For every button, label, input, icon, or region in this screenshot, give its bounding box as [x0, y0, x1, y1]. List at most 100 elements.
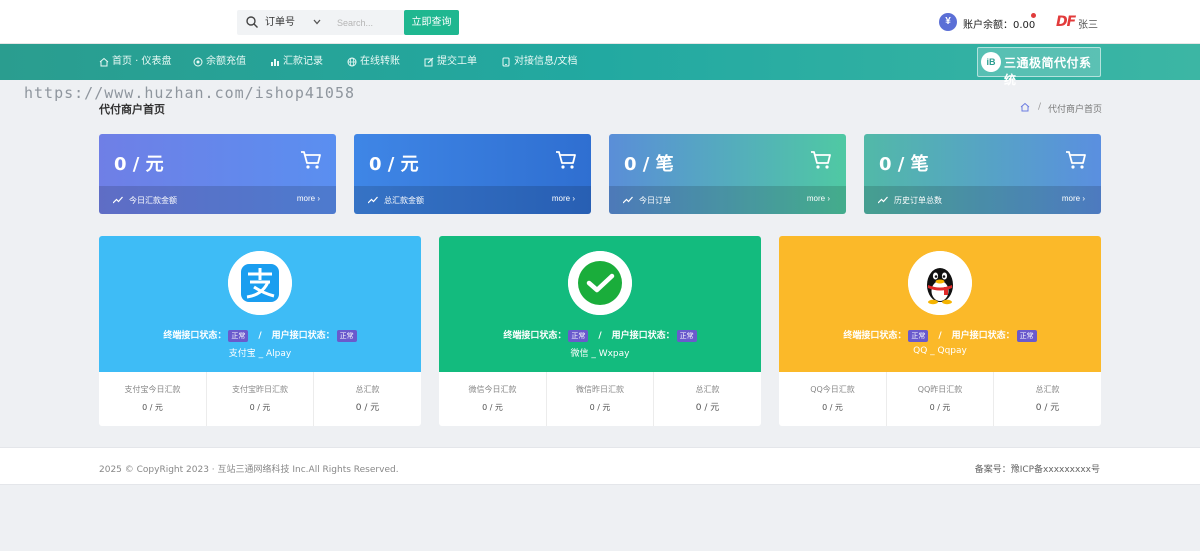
stat-card-total-amount: 0 / 元 总汇款金额 more ›: [354, 134, 591, 214]
nav-item-label: 提交工单: [437, 56, 477, 67]
column-label: 总汇款: [355, 385, 380, 394]
more-link[interactable]: more ›: [807, 194, 830, 203]
search-input[interactable]: [337, 13, 399, 32]
breadcrumb-separator: /: [1038, 102, 1042, 112]
search-type-select[interactable]: 订单号: [265, 10, 335, 35]
column-value: 0 / 元: [355, 403, 380, 413]
home-icon: [99, 57, 109, 67]
payment-name: QQ _ Qqpay: [913, 346, 967, 356]
stat-label: 今日汇款金额: [129, 196, 177, 205]
stat-label: 今日订单: [639, 196, 671, 205]
search-box: 订单号: [237, 10, 405, 35]
stat-label: 总汇款金额: [384, 196, 424, 205]
terminal-status-label: 终端接口状态：: [843, 331, 907, 341]
stat-column: 总汇款 0 / 元: [653, 372, 761, 426]
column-label: 微信昨日汇款: [576, 385, 624, 394]
status-badge: 正常: [568, 330, 589, 342]
wechat-pay-icon: [568, 251, 632, 315]
page-title: 代付商户首页: [99, 103, 165, 116]
stat-value: 0 / 笔: [879, 154, 929, 175]
cart-icon: [1066, 151, 1086, 169]
stat-footer: 历史订单总数 more ›: [864, 186, 1101, 214]
column-label: 微信今日汇款: [468, 385, 517, 394]
cart-icon: [556, 151, 576, 169]
stat-card-total-orders: 0 / 笔 历史订单总数 more ›: [864, 134, 1101, 214]
column-value: 0 / 元: [929, 403, 951, 412]
interface-status: 终端接口状态： 正常 / 用户接口状态： 正常: [439, 328, 761, 342]
column-value: 0 / 元: [249, 403, 271, 412]
status-badge: 正常: [908, 330, 929, 342]
copyright-text: 2025 © CopyRight 2023 · 互站三通网络科技 Inc.All…: [99, 465, 399, 475]
nav-item-label: 余额充值: [206, 56, 246, 67]
search-type-label: 订单号: [265, 17, 295, 28]
user-avatar[interactable]: DF: [1056, 14, 1076, 30]
payment-name: 支付宝 _ Alpay: [228, 349, 292, 359]
column-value: 0 / 元: [589, 403, 611, 412]
stat-value: 0 / 笔: [624, 154, 674, 175]
terminal-status-label: 终端接口状态：: [503, 331, 567, 341]
stat-column: 支付宝今日汇款 0 / 元: [99, 372, 206, 426]
column-label: QQ今日汇款: [810, 385, 855, 394]
interface-status: 终端接口状态： 正常 / 用户接口状态： 正常: [779, 328, 1101, 342]
stat-column: 总汇款 0 / 元: [993, 372, 1101, 426]
more-link[interactable]: more ›: [297, 194, 320, 203]
payment-card-wechat: 终端接口状态： 正常 / 用户接口状态： 正常 微信 _ Wxpay 微信今日汇款 0 …: [439, 236, 761, 426]
column-label: 支付宝今日汇款: [124, 385, 181, 394]
icp-record-link[interactable]: 备案号：豫ICP备xxxxxxxxx号: [975, 462, 1100, 475]
user-status-label: 用户接口状态：: [951, 331, 1015, 341]
column-label: 支付宝昨日汇款: [232, 385, 288, 394]
trend-up-icon: [623, 196, 633, 204]
chart-icon: [271, 59, 279, 66]
status-badge: 正常: [1016, 330, 1037, 342]
column-value: 0 / 元: [1035, 403, 1060, 413]
notification-dot: [1031, 13, 1036, 18]
stat-label: 历史订单总数: [894, 196, 942, 205]
stat-column: 微信今日汇款 0 / 元: [439, 372, 546, 426]
payment-card-header: 终端接口状态： 正常 / 用户接口状态： 正常 QQ _ Qqpay: [779, 236, 1101, 372]
column-label: 总汇款: [1035, 385, 1060, 394]
watermark: https://www.huzhan.com/ishop41058: [24, 84, 356, 102]
search-button[interactable]: 立即查询: [404, 10, 459, 35]
brand-logo[interactable]: iB 三通极简代付系统: [977, 47, 1101, 87]
interface-status: 终端接口状态： 正常 / 用户接口状态： 正常: [99, 328, 421, 342]
column-value: 0 / 元: [695, 403, 720, 413]
more-link[interactable]: more ›: [1062, 194, 1085, 203]
recharge-icon: [193, 57, 203, 67]
stat-value: 0 / 元: [114, 154, 164, 175]
terminal-status-label: 终端接口状态：: [163, 331, 227, 341]
status-badge: 正常: [336, 330, 357, 342]
top-header: 订单号 立即查询 ¥ 账户余额：0.00 DF 张三: [0, 0, 1200, 44]
globe-icon: [347, 57, 357, 67]
status-badge: 正常: [228, 330, 249, 342]
balance-icon: ¥: [939, 13, 957, 31]
column-value: 0 / 元: [482, 403, 503, 412]
stat-footer: 总汇款金额 more ›: [354, 186, 591, 214]
brand-badge: iB: [981, 52, 1001, 72]
stat-column: 支付宝昨日汇款 0 / 元: [206, 372, 313, 426]
stat-column: 微信昨日汇款 0 / 元: [546, 372, 653, 426]
column-value: 0 / 元: [142, 403, 163, 412]
alipay-icon: [228, 251, 292, 315]
cart-icon: [811, 151, 831, 169]
status-badge: 正常: [676, 330, 697, 342]
account-balance: 账户余额：0.00: [963, 20, 1036, 31]
search-icon[interactable]: [245, 15, 259, 29]
user-status-label: 用户接口状态：: [611, 331, 675, 341]
column-label: QQ昨日汇款: [917, 385, 963, 394]
trend-up-icon: [113, 196, 123, 204]
stat-column: 总汇款 0 / 元: [313, 372, 421, 426]
qq-penguin-icon: [908, 251, 972, 315]
payment-card-header: 终端接口状态： 正常 / 用户接口状态： 正常 微信 _ Wxpay: [439, 236, 761, 372]
stat-column: QQ今日汇款 0 / 元: [779, 372, 886, 426]
user-name[interactable]: 张三: [1078, 16, 1098, 31]
nav-item-label: 首页 · 仪表盘: [112, 56, 172, 67]
trend-up-icon: [368, 196, 378, 204]
stat-footer: 今日订单 more ›: [609, 186, 846, 214]
column-value: 0 / 元: [822, 403, 843, 412]
stat-footer: 今日汇款金额 more ›: [99, 186, 336, 214]
document-icon: [502, 57, 510, 67]
more-link[interactable]: more ›: [552, 194, 575, 203]
home-icon[interactable]: [1020, 102, 1030, 112]
nav-item-label: 对接信息/文档: [514, 56, 578, 67]
stat-card-today-amount: 0 / 元 今日汇款金额 more ›: [99, 134, 336, 214]
